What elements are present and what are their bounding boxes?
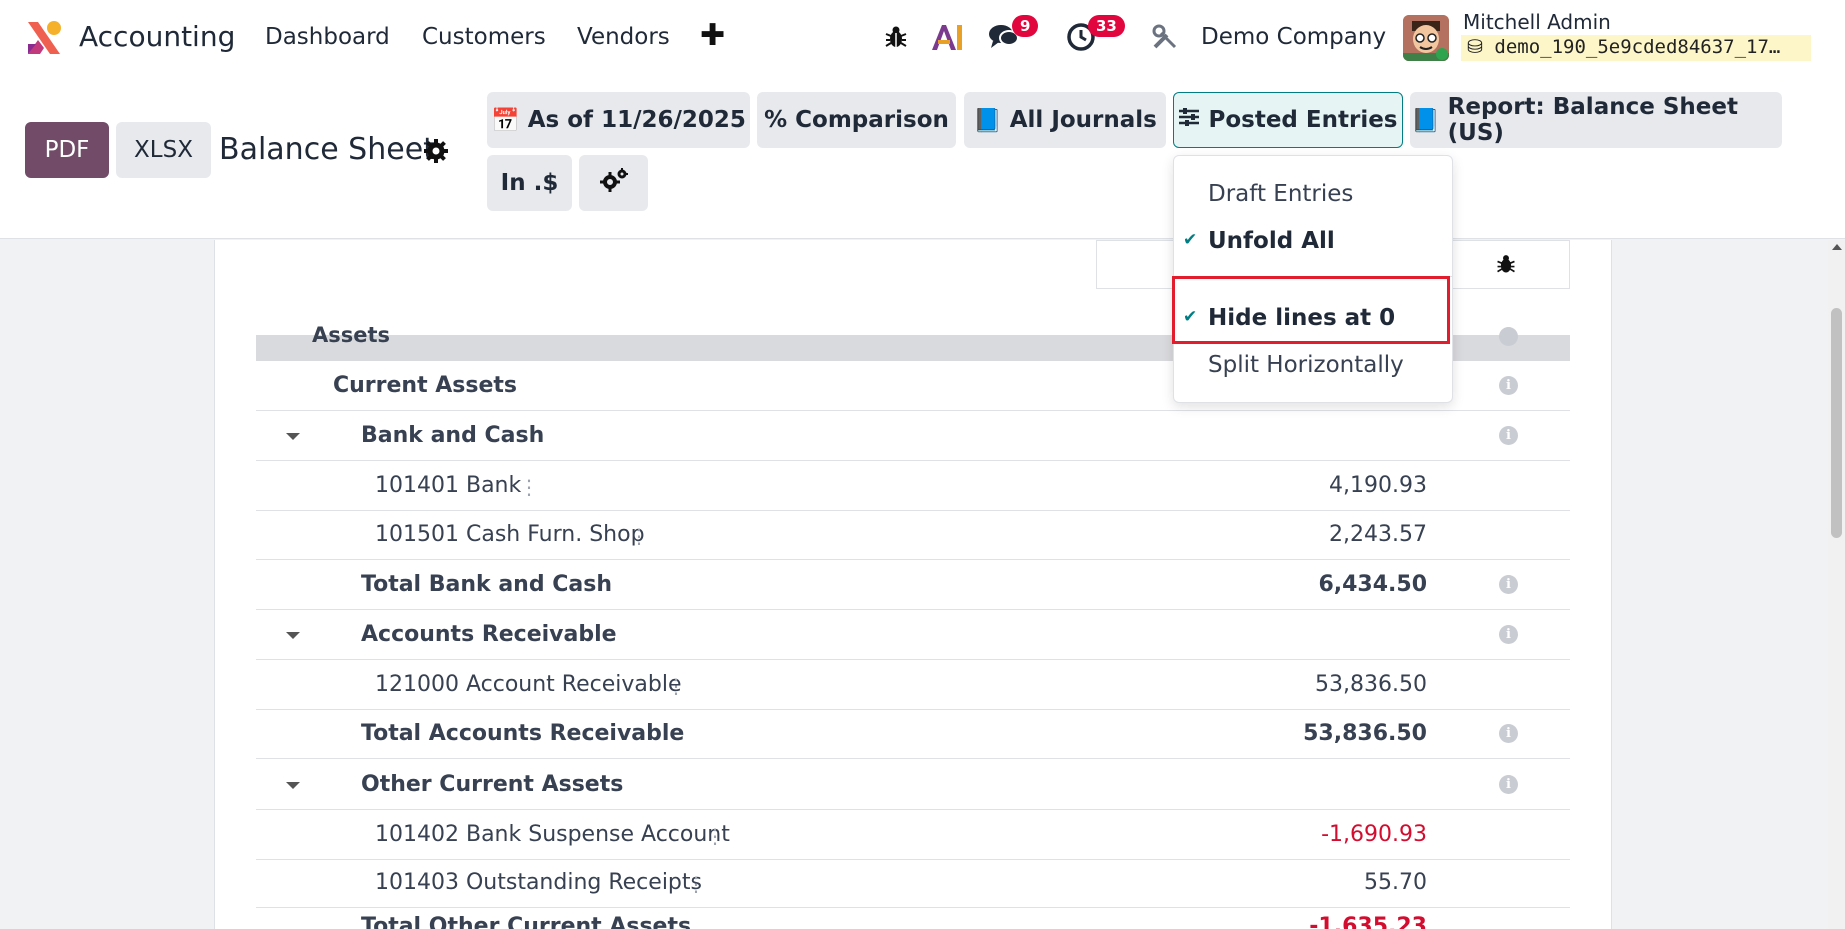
calendar-icon: 📅 xyxy=(491,107,520,134)
info-icon[interactable]: i xyxy=(1499,775,1518,794)
kebab-menu-icon[interactable]: ⋮ xyxy=(705,824,725,848)
info-icon[interactable]: i xyxy=(1499,376,1518,395)
ai-icon[interactable] xyxy=(930,20,964,54)
line-label: 121000 Account Receivable xyxy=(375,672,682,697)
report-variant-label: Report: Balance Sheet (US) xyxy=(1447,94,1738,146)
kebab-menu-icon[interactable]: ⋮ xyxy=(686,872,706,896)
line-label: Other Current Assets xyxy=(361,772,624,797)
report-line-bank-and-cash[interactable]: Bank and Cash i xyxy=(256,411,1570,461)
report-settings-gear-icon[interactable] xyxy=(423,138,449,168)
report-line-total[interactable]: Total Accounts Receivable 53,836.50 i xyxy=(256,709,1570,759)
line-label: Total Accounts Receivable xyxy=(361,721,685,746)
report-variant-button[interactable]: 📘 Report: Balance Sheet (US) xyxy=(1410,92,1782,148)
debug-bug-icon[interactable] xyxy=(1495,253,1517,279)
kebab-menu-icon[interactable]: ⋮ xyxy=(519,475,539,499)
info-icon[interactable]: i xyxy=(1499,625,1518,644)
line-label: Current Assets xyxy=(333,373,518,398)
database-name: ⛁ demo_190_5e9cded84637_17… xyxy=(1461,35,1811,61)
currency-button[interactable]: In .$ xyxy=(487,155,572,211)
line-amount: 6,434.50 xyxy=(1318,572,1427,597)
accounting-app-icon[interactable] xyxy=(24,18,64,58)
plus-icon[interactable]: ✚ xyxy=(700,18,725,53)
debug-bug-icon[interactable] xyxy=(879,20,913,54)
line-label: Total Bank and Cash xyxy=(361,572,612,597)
option-unfold-all[interactable]: Unfold All xyxy=(1208,228,1335,254)
comparison-filter-button[interactable]: % Comparison xyxy=(757,92,956,148)
menu-customers[interactable]: Customers xyxy=(422,24,546,50)
line-amount[interactable]: 53,836.50 xyxy=(1315,672,1427,697)
menu-vendors[interactable]: Vendors xyxy=(577,24,670,50)
line-label: 101501 Cash Furn. Shop xyxy=(375,522,645,547)
caret-down-icon[interactable] xyxy=(286,782,300,789)
menu-dashboard[interactable]: Dashboard xyxy=(265,24,390,50)
info-icon[interactable]: i xyxy=(1499,724,1518,743)
entries-filter-label: Posted Entries xyxy=(1208,107,1398,133)
messages-badge: 9 xyxy=(1012,15,1039,37)
line-amount[interactable]: 4,190.93 xyxy=(1329,473,1427,498)
book-icon: 📘 xyxy=(1411,107,1440,134)
settings-tools-icon[interactable] xyxy=(1148,20,1182,54)
info-icon[interactable]: i xyxy=(1499,575,1518,594)
control-panel: PDF XLSX Balance Sheet 📅 As of 11/26/202… xyxy=(0,76,1845,239)
app-name[interactable]: Accounting xyxy=(79,20,235,53)
journals-filter-label: All Journals xyxy=(1009,107,1157,133)
report-title: Balance Sheet xyxy=(219,132,435,167)
line-label: Total Other Current Assets xyxy=(361,914,692,929)
vertical-scrollbar[interactable] xyxy=(1828,240,1845,929)
line-amount[interactable]: 55.70 xyxy=(1364,870,1427,895)
report-line-account[interactable]: 101403 Outstanding Receipts ⋮ 55.70 xyxy=(256,858,1570,908)
checkmark-icon: ✔ xyxy=(1183,230,1198,250)
line-amount: -1,635.23 xyxy=(1309,914,1427,929)
line-amount[interactable]: 2,243.57 xyxy=(1329,522,1427,547)
options-gears-button[interactable] xyxy=(579,155,648,211)
user-name[interactable]: Mitchell Admin xyxy=(1463,10,1611,34)
option-draft-entries[interactable]: Draft Entries xyxy=(1208,181,1353,207)
pdf-button[interactable]: PDF xyxy=(25,122,109,178)
line-amount: 53,836.50 xyxy=(1303,721,1427,746)
report-line-total[interactable]: Total Bank and Cash 6,434.50 i xyxy=(256,560,1570,610)
line-label: 101403 Outstanding Receipts xyxy=(375,870,702,895)
report-line-account[interactable]: 121000 Account Receivable ⋮ 53,836.50 xyxy=(256,660,1570,710)
info-icon[interactable] xyxy=(1499,327,1518,346)
report-line-accounts-receivable[interactable]: Accounts Receivable i xyxy=(256,610,1570,660)
option-split-horizontally[interactable]: Split Horizontally xyxy=(1208,352,1404,378)
line-label: 101402 Bank Suspense Account xyxy=(375,822,730,847)
entries-filter-button[interactable]: Posted Entries xyxy=(1173,92,1403,148)
company-switcher[interactable]: Demo Company xyxy=(1201,24,1386,50)
caret-down-icon[interactable] xyxy=(286,632,300,639)
line-label: Bank and Cash xyxy=(361,423,545,448)
caret-down-icon[interactable] xyxy=(286,433,300,440)
gears-icon xyxy=(599,167,629,199)
journals-filter-button[interactable]: 📘 All Journals xyxy=(964,92,1166,148)
database-name-text: demo_190_5e9cded84637_17… xyxy=(1494,36,1781,58)
xlsx-button[interactable]: XLSX xyxy=(116,122,211,178)
date-filter-label: As of 11/26/2025 xyxy=(527,107,746,133)
scrollbar-thumb[interactable] xyxy=(1831,308,1842,538)
report-line-total[interactable]: Total Other Current Assets -1,635.23 xyxy=(256,908,1570,929)
top-navbar: Accounting Dashboard Customers Vendors ✚… xyxy=(0,0,1845,76)
kebab-menu-icon[interactable]: ⋮ xyxy=(629,524,649,548)
report-line-account[interactable]: 101501 Cash Furn. Shop ⋮ 2,243.57 xyxy=(256,510,1570,560)
report-line-account[interactable]: 101401 Bank ⋮ 4,190.93 xyxy=(256,461,1570,511)
report-line-account[interactable]: 101402 Bank Suspense Account ⋮ -1,690.93 xyxy=(256,810,1570,860)
database-icon: ⛁ xyxy=(1467,36,1483,58)
highlight-box xyxy=(1172,276,1450,344)
activities-badge: 33 xyxy=(1088,15,1125,37)
info-icon[interactable]: i xyxy=(1499,426,1518,445)
kebab-menu-icon[interactable]: ⋮ xyxy=(666,674,686,698)
line-label: 101401 Bank xyxy=(375,473,522,498)
book-icon: 📘 xyxy=(973,107,1002,134)
user-avatar[interactable] xyxy=(1403,15,1449,61)
report-line-other-current-assets[interactable]: Other Current Assets i xyxy=(256,760,1570,810)
percent-icon: % xyxy=(764,107,788,133)
line-label: Accounts Receivable xyxy=(361,622,617,647)
section-assets[interactable]: Assets xyxy=(312,323,390,347)
line-amount[interactable]: -1,690.93 xyxy=(1321,822,1427,847)
scroll-up-arrow-icon[interactable] xyxy=(1832,244,1842,250)
comparison-filter-label: Comparison xyxy=(795,107,949,133)
sliders-icon xyxy=(1178,107,1200,133)
date-filter-button[interactable]: 📅 As of 11/26/2025 xyxy=(487,92,750,148)
